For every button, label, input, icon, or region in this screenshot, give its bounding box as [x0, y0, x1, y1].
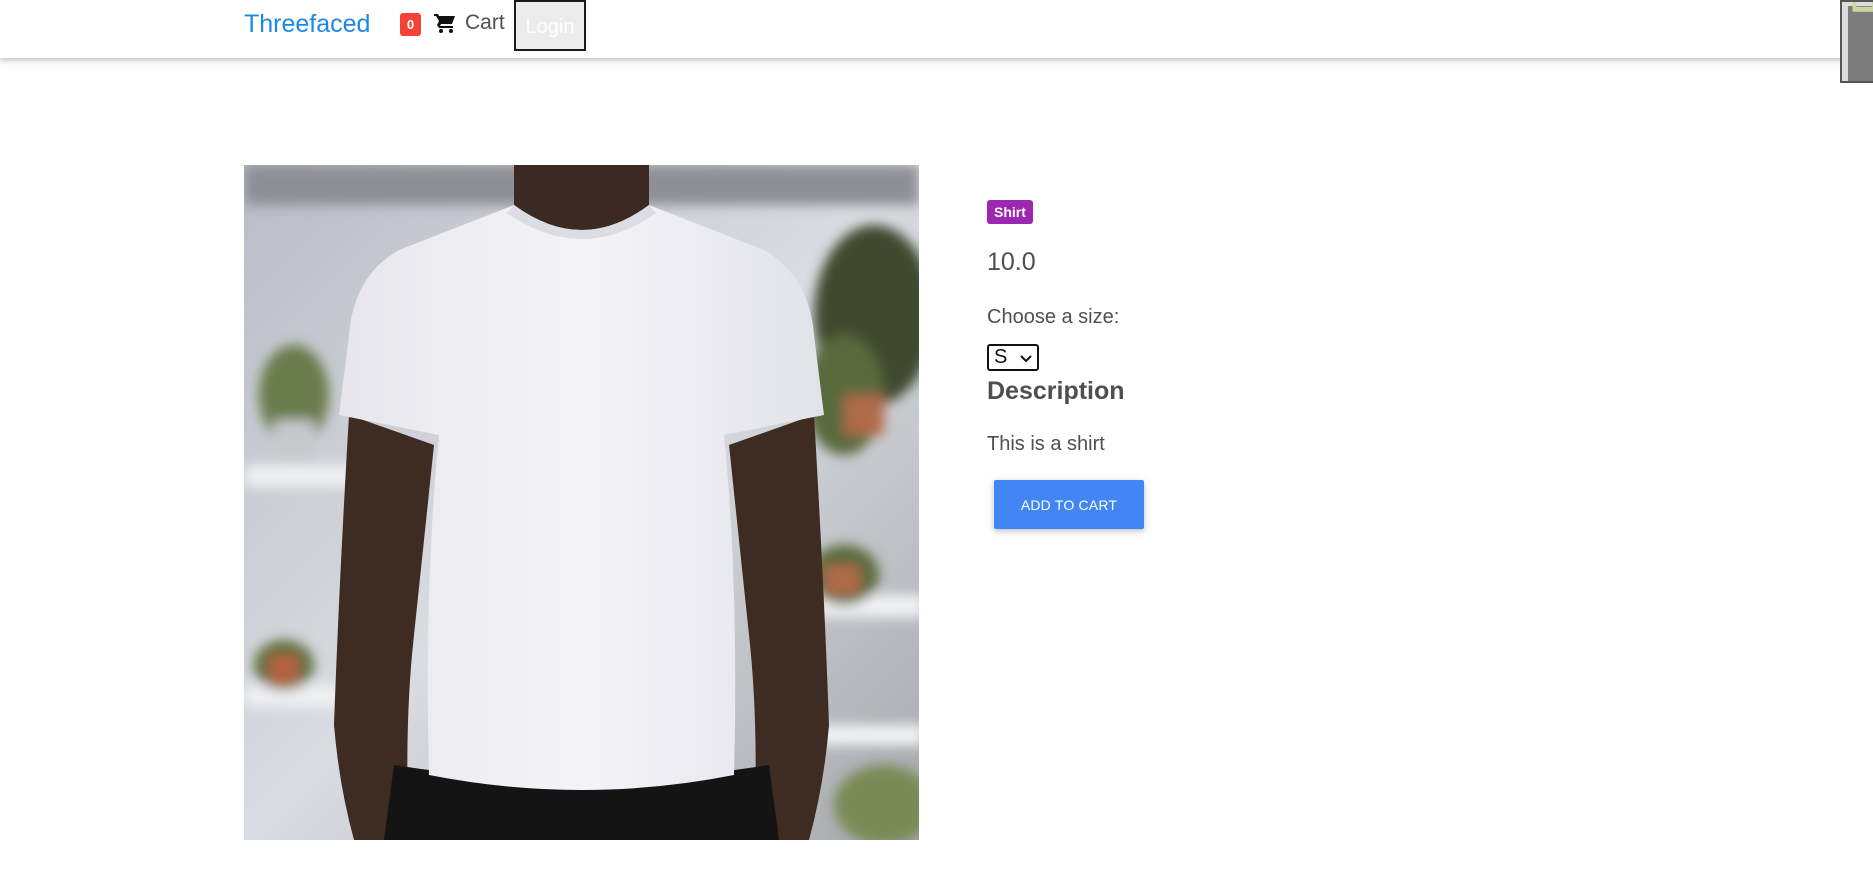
size-label: Choose a size:: [987, 306, 1120, 328]
description-text: This is a shirt: [987, 433, 1105, 455]
debug-toolbar-tab[interactable]: DjDT: [1840, 0, 1873, 83]
shopping-cart-icon: [434, 13, 456, 33]
cart-count-badge: 0: [400, 13, 421, 36]
top-navbar: Threefaced 0 Cart Login: [0, 0, 1873, 58]
add-to-cart-button[interactable]: ADD TO CART: [994, 480, 1144, 529]
size-select-value: S: [994, 346, 1008, 368]
debug-toolbar-handle: [1848, 6, 1873, 81]
product-image: [244, 165, 919, 840]
login-button[interactable]: Login: [514, 0, 586, 51]
category-badge: Shirt: [987, 200, 1033, 224]
debug-toolbar-label: DjDT: [1846, 2, 1873, 14]
cart-label: Cart: [465, 11, 505, 34]
cart-link[interactable]: Cart: [434, 9, 505, 37]
chevron-down-icon: [1020, 346, 1032, 369]
product-price: 10.0: [987, 248, 1036, 276]
size-select[interactable]: S: [987, 344, 1039, 371]
brand-logo-link[interactable]: Threefaced: [244, 9, 370, 39]
description-heading: Description: [987, 377, 1125, 405]
